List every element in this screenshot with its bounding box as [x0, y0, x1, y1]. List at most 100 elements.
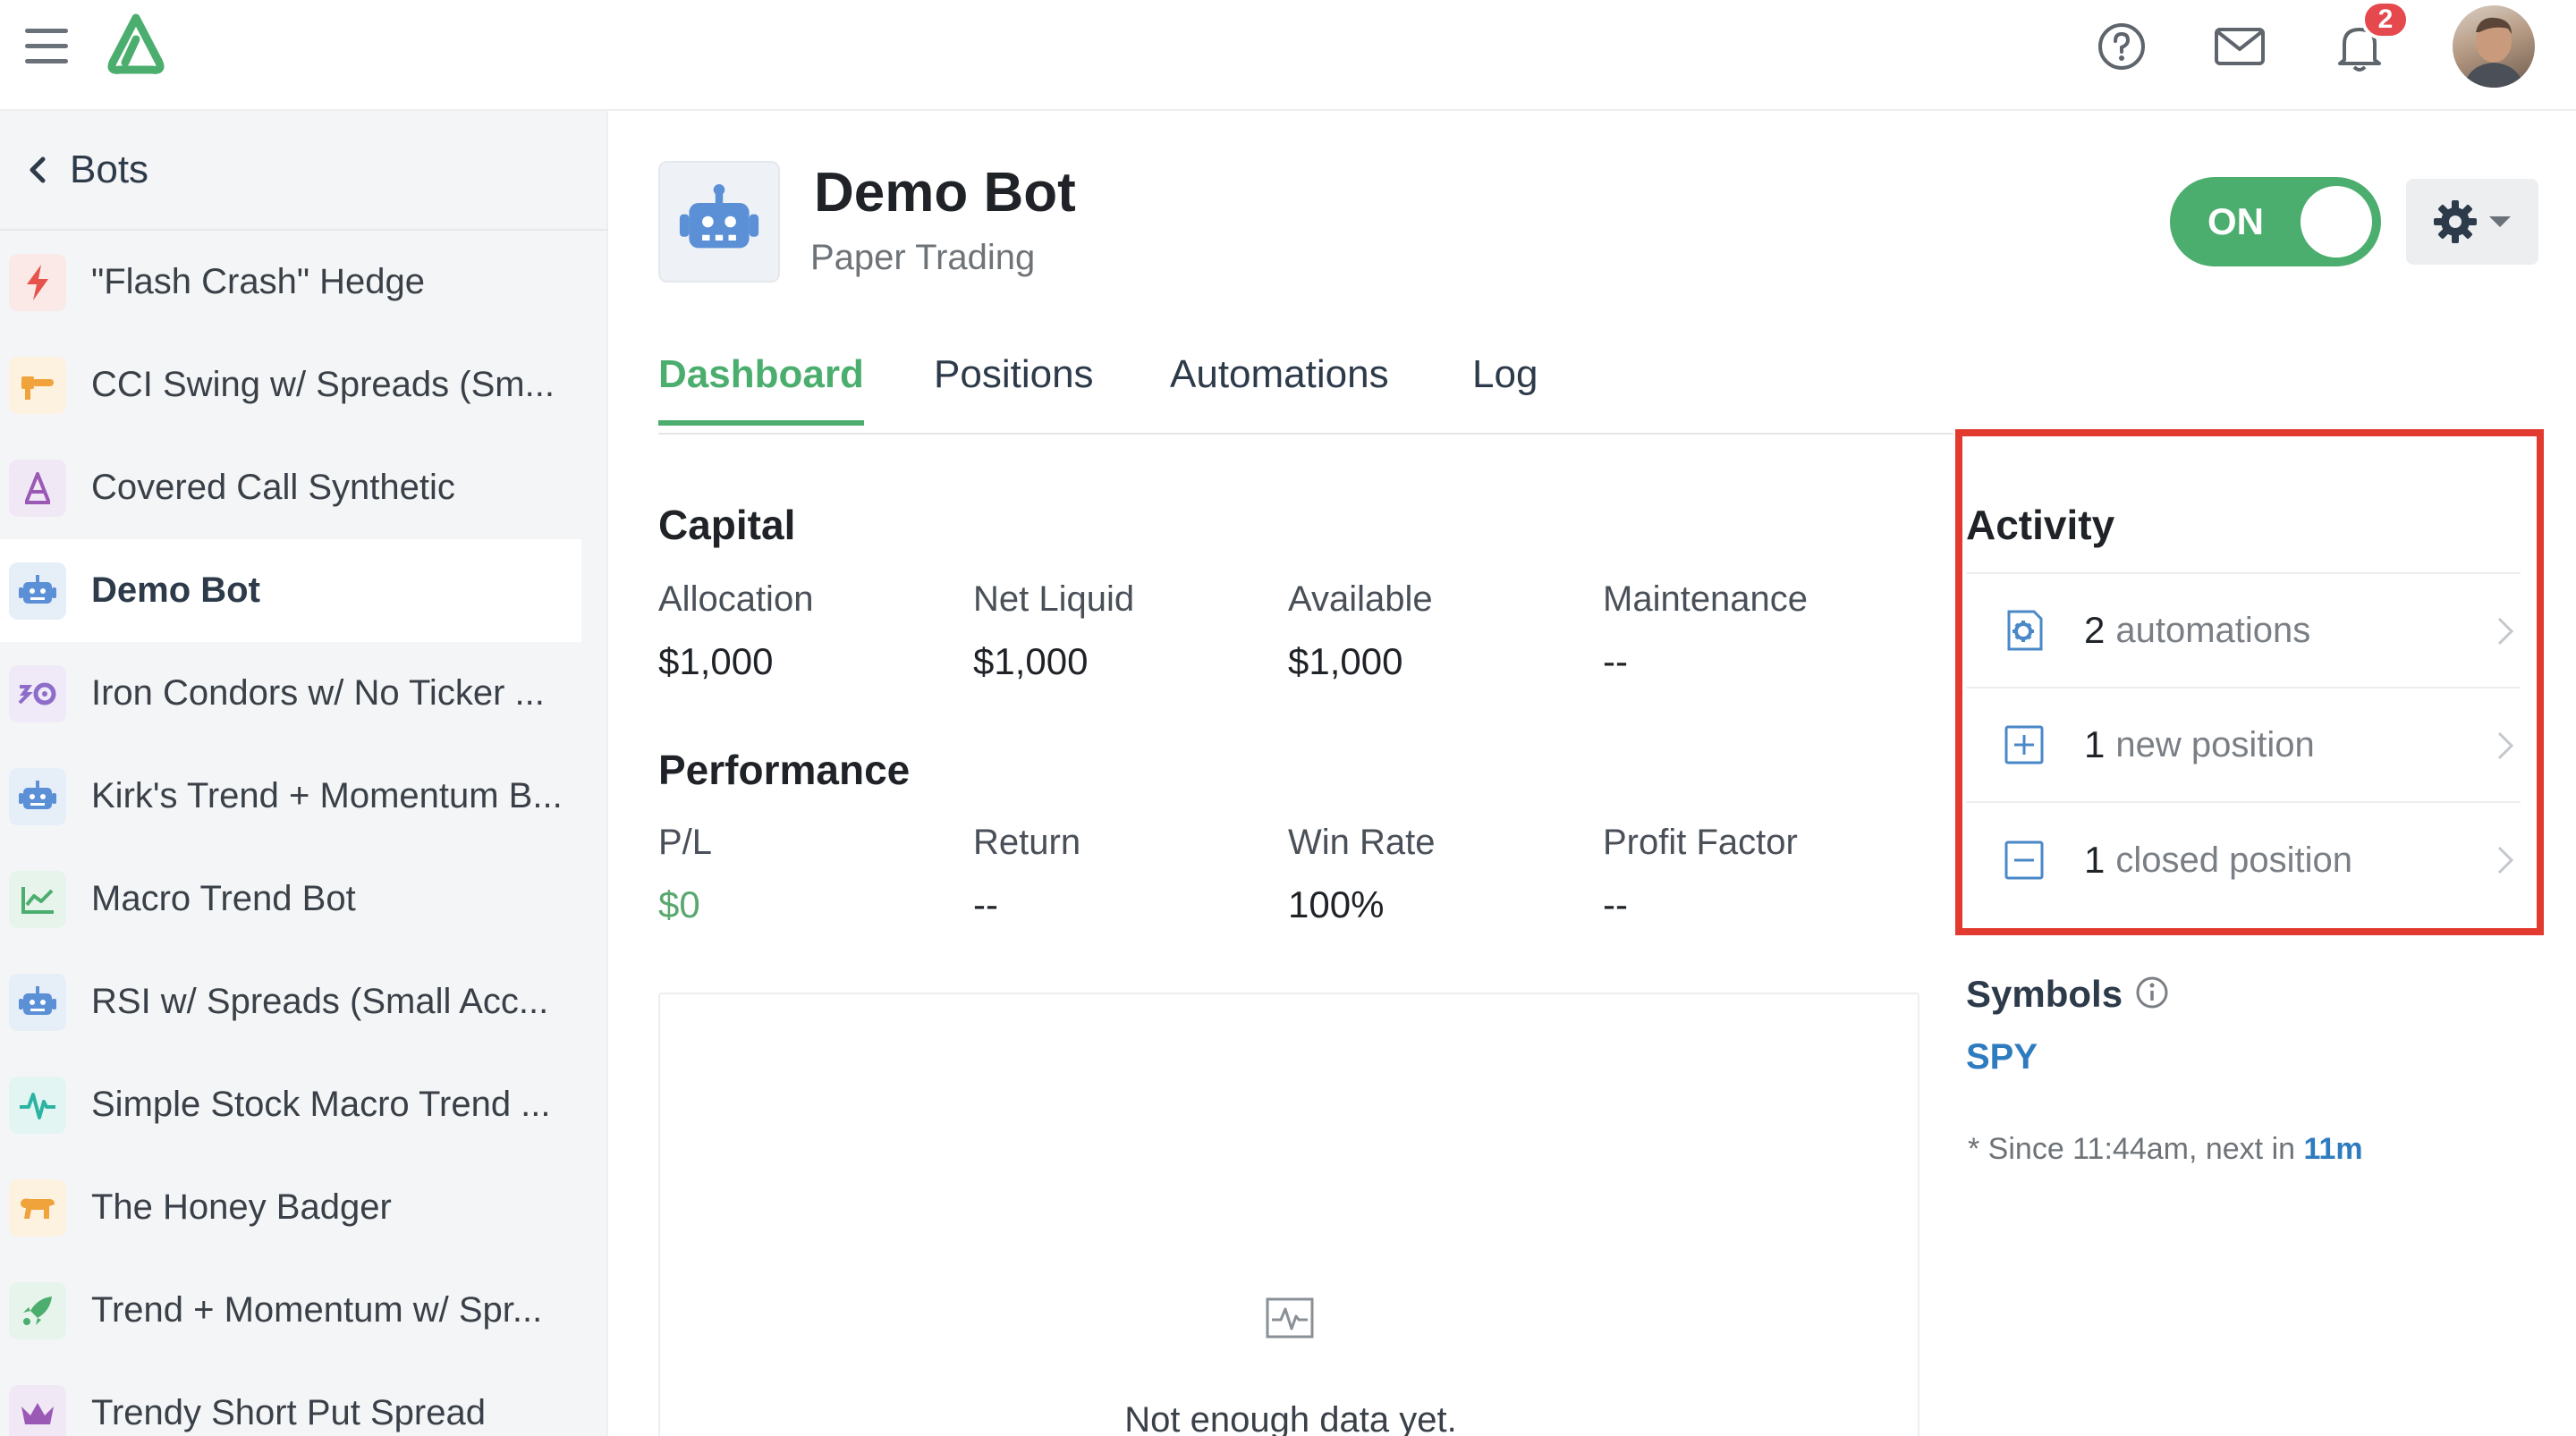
sidebar-item-honey-badger[interactable]: The Honey Badger	[0, 1156, 581, 1259]
rocket-icon	[9, 1281, 66, 1339]
app-logo-icon[interactable]	[100, 13, 172, 77]
gear-icon	[2434, 200, 2477, 243]
symbol-link-spy[interactable]: SPY	[1966, 1037, 2038, 1077]
user-avatar[interactable]	[2453, 5, 2535, 88]
profit-factor-value: --	[1603, 883, 1628, 925]
settings-dropdown-button[interactable]	[2406, 179, 2538, 265]
activity-title: Activity	[1966, 502, 2115, 548]
performance-chart-panel: Not enough data yet.	[658, 993, 1919, 1436]
activity-label: automations	[2115, 610, 2311, 650]
maintenance-label: Maintenance	[1603, 579, 1809, 619]
sidebar-item-label: RSI w/ Spreads (Small Acc...	[91, 982, 549, 1021]
line-chart-icon	[9, 870, 66, 928]
return-label: Return	[973, 823, 1081, 862]
sidebar-item-rsi-spreads[interactable]: RSI w/ Spreads (Small Acc...	[0, 950, 581, 1053]
sidebar-item-cci-swing[interactable]: CCI Swing w/ Spreads (Sm...	[0, 334, 581, 436]
chevron-right-icon	[2497, 846, 2514, 874]
sidebar-item-label: Simple Stock Macro Trend ...	[91, 1085, 551, 1124]
chevron-right-icon	[2497, 617, 2514, 646]
sidebar-item-label: The Honey Badger	[91, 1187, 392, 1227]
available-label: Available	[1288, 579, 1433, 619]
bot-avatar-robot-icon	[658, 161, 780, 283]
sidebar-item-label: Trend + Momentum w/ Spr...	[91, 1290, 543, 1330]
lightning-icon	[9, 253, 66, 311]
sidebar-item-covered-call-synthetic[interactable]: Covered Call Synthetic	[0, 436, 581, 539]
sidebar-item-label: Iron Condors w/ No Ticker ...	[91, 673, 545, 713]
caret-down-icon	[2489, 216, 2511, 227]
activity-label: new position	[2115, 724, 2315, 764]
sidebar-item-label: Demo Bot	[91, 570, 260, 610]
tab-positions[interactable]: Positions	[934, 352, 1094, 420]
robot-icon	[9, 562, 66, 620]
sidebar-item-label: CCI Swing w/ Spreads (Sm...	[91, 365, 555, 404]
chainsaw-icon	[9, 356, 66, 414]
schedule-note: * Since 11:44am, next in 11m	[1968, 1132, 2363, 1167]
tab-automations[interactable]: Automations	[1170, 352, 1389, 420]
activity-label: closed position	[2115, 840, 2352, 880]
pl-label: P/L	[658, 823, 713, 862]
back-to-bots-link[interactable]: Bots	[0, 111, 608, 231]
available-value: $1,000	[1288, 640, 1403, 682]
net-liquid-value: $1,000	[973, 640, 1089, 682]
automation-gear-icon	[2000, 606, 2048, 655]
next-run-time: 11m	[2303, 1132, 2363, 1166]
robot-icon	[9, 767, 66, 825]
chevron-right-icon	[2497, 731, 2514, 760]
sidebar-item-flash-crash-hedge[interactable]: "Flash Crash" Hedge	[0, 231, 581, 334]
compass-icon	[9, 459, 66, 517]
chart-empty-message: Not enough data yet.	[1124, 1400, 1457, 1436]
top-bar: 2	[0, 0, 2576, 111]
activity-count: 1	[2084, 839, 2106, 881]
sidebar-item-trend-momentum-spreads[interactable]: Trend + Momentum w/ Spr...	[0, 1259, 581, 1362]
allocation-value: $1,000	[658, 640, 774, 682]
activity-count: 2	[2084, 609, 2106, 651]
page-title: Demo Bot	[814, 162, 1076, 224]
activity-count: 1	[2084, 723, 2106, 765]
symbols-title: Symbols	[1966, 973, 2123, 1015]
activity-row-closed-position[interactable]: 1 closed position	[1966, 803, 2521, 917]
activity-row-automations[interactable]: 2 automations	[1966, 574, 2521, 688]
sidebar-item-iron-condors[interactable]: Iron Condors w/ No Ticker ...	[0, 642, 581, 745]
win-rate-value: 100%	[1288, 883, 1385, 925]
robot-icon	[9, 973, 66, 1031]
badger-icon	[9, 1178, 66, 1237]
notification-badge[interactable]: 2	[2361, 0, 2410, 39]
schedule-note-prefix: * Since 11:44am, next in	[1968, 1132, 2304, 1166]
activity-row-new-position[interactable]: 1 new position	[1966, 688, 2521, 803]
pl-value: $0	[658, 883, 700, 925]
info-icon[interactable]	[2134, 975, 2170, 1010]
activity-list: 2 automations 1 new position 1 closed po…	[1966, 572, 2521, 917]
condor-icon	[9, 664, 66, 722]
sidebar-item-label: Covered Call Synthetic	[91, 468, 455, 507]
allocation-label: Allocation	[658, 579, 814, 619]
tab-log[interactable]: Log	[1472, 352, 1538, 420]
sidebar-item-trendy-short-put[interactable]: Trendy Short Put Spread	[0, 1362, 581, 1436]
back-label: Bots	[70, 148, 149, 191]
minus-square-icon	[2000, 836, 2048, 884]
bot-list: "Flash Crash" Hedge CCI Swing w/ Spreads…	[0, 231, 581, 1436]
net-liquid-label: Net Liquid	[973, 579, 1135, 619]
sidebar-item-kirks-trend[interactable]: Kirk's Trend + Momentum B...	[0, 745, 581, 848]
maintenance-value: --	[1603, 640, 1628, 682]
help-circle-icon[interactable]	[2093, 18, 2150, 75]
bot-on-off-toggle[interactable]: ON	[2170, 177, 2381, 266]
sidebar-item-demo-bot[interactable]: Demo Bot	[0, 539, 581, 642]
sidebar-item-label: Trendy Short Put Spread	[91, 1393, 486, 1432]
page-subtitle: Paper Trading	[810, 238, 1036, 277]
toggle-label: ON	[2207, 200, 2264, 242]
mail-icon[interactable]	[2211, 18, 2268, 75]
sidebar-item-label: "Flash Crash" Hedge	[91, 262, 426, 301]
sidebar-item-macro-trend-bot[interactable]: Macro Trend Bot	[0, 848, 581, 950]
return-value: --	[973, 883, 998, 925]
hamburger-menu-icon[interactable]	[25, 29, 68, 64]
sidebar-item-label: Kirk's Trend + Momentum B...	[91, 776, 563, 815]
tab-dashboard[interactable]: Dashboard	[658, 352, 864, 426]
chevron-left-icon	[30, 156, 46, 183]
chart-placeholder-icon	[1266, 1297, 1314, 1339]
tab-bar: Dashboard Positions Automations Log	[658, 343, 1953, 435]
profit-factor-label: Profit Factor	[1603, 823, 1798, 862]
sidebar-item-simple-stock-macro[interactable]: Simple Stock Macro Trend ...	[0, 1053, 581, 1156]
sidebar-item-label: Macro Trend Bot	[91, 879, 356, 918]
plus-square-icon	[2000, 721, 2048, 769]
sidebar: Bots "Flash Crash" Hedge CCI Swing w/ Sp…	[0, 111, 608, 1436]
